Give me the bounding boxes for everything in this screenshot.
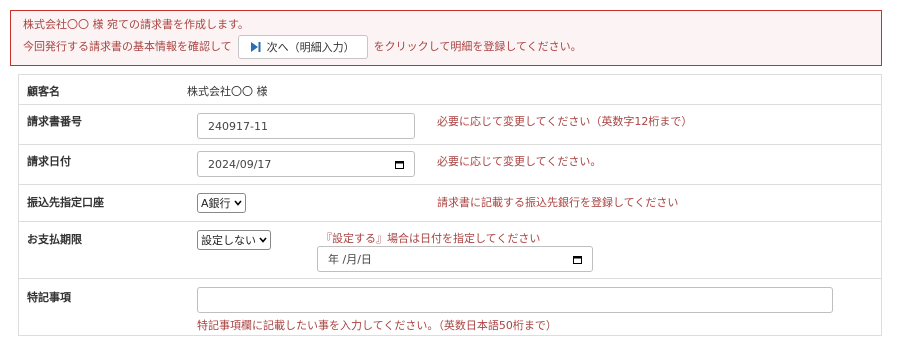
- bank-account-hint: 請求書に記載する振込先銀行を登録してください: [437, 196, 679, 209]
- next-button[interactable]: 次へ（明細入力）: [237, 35, 368, 59]
- invoice-form: 顧客名 株式会社〇〇 様 請求書番号 240917-11 必要に応じて変更してく…: [18, 74, 882, 336]
- step-forward-icon: [250, 42, 261, 52]
- bank-account-label: 振込先指定口座: [27, 196, 104, 209]
- invoice-number-hint: 必要に応じて変更してください（英数字12桁まで）: [437, 115, 693, 128]
- row-invoice-number: 請求書番号 240917-11 必要に応じて変更してください（英数字12桁まで）: [19, 105, 881, 145]
- bank-account-select[interactable]: A銀行: [197, 193, 246, 213]
- remarks-input[interactable]: [197, 287, 833, 313]
- invoice-number-label: 請求書番号: [27, 115, 82, 128]
- row-invoice-date: 請求日付 2024/09/17 必要に応じて変更してください。: [19, 145, 881, 185]
- remarks-label: 特記事項: [27, 291, 71, 304]
- notice-line-2-after: をクリックして明細を登録してください。: [373, 40, 582, 53]
- row-customer: 顧客名 株式会社〇〇 様: [19, 75, 881, 105]
- notice-line-1: 株式会社〇〇 様 宛ての請求書を作成します。: [23, 18, 249, 31]
- payment-due-label: お支払期限: [27, 233, 82, 246]
- row-payment-due: お支払期限 設定しない 『設定する』場合は日付を指定してください 年 /月/日: [19, 222, 881, 279]
- invoice-date-value: 2024/09/17: [208, 157, 272, 171]
- invoice-number-value: 240917-11: [208, 119, 268, 133]
- customer-value: 株式会社〇〇 様: [187, 85, 268, 98]
- next-button-label: 次へ（明細入力）: [266, 41, 355, 54]
- chevron-down-icon: [259, 237, 267, 243]
- remarks-hint: 特記事項欄に記載したい事を入力してください。（英数日本語50桁まで）: [197, 319, 557, 332]
- invoice-date-input[interactable]: 2024/09/17: [197, 151, 415, 177]
- invoice-date-hint: 必要に応じて変更してください。: [437, 155, 602, 168]
- calendar-icon[interactable]: [395, 160, 404, 169]
- notice-line-2-before: 今回発行する請求書の基本情報を確認して: [23, 40, 232, 53]
- payment-due-date-placeholder: 年 /月/日: [328, 253, 372, 266]
- row-bank-account: 振込先指定口座 A銀行 請求書に記載する振込先銀行を登録してください: [19, 185, 881, 222]
- calendar-icon[interactable]: [573, 255, 582, 264]
- invoice-number-input[interactable]: 240917-11: [197, 113, 415, 139]
- payment-due-selected: 設定しない: [201, 234, 256, 247]
- chevron-down-icon: [233, 200, 242, 206]
- customer-label: 顧客名: [27, 85, 60, 98]
- invoice-date-label: 請求日付: [27, 155, 71, 168]
- row-remarks: 特記事項 特記事項欄に記載したい事を入力してください。（英数日本語50桁まで）: [19, 279, 881, 337]
- payment-due-date-input[interactable]: 年 /月/日: [317, 246, 593, 272]
- payment-due-hint: 『設定する』場合は日付を指定してください: [321, 232, 541, 245]
- bank-account-selected: A銀行: [201, 197, 231, 210]
- notice-box: 株式会社〇〇 様 宛ての請求書を作成します。 今回発行する請求書の基本情報を確認…: [10, 10, 882, 66]
- payment-due-select[interactable]: 設定しない: [197, 230, 271, 250]
